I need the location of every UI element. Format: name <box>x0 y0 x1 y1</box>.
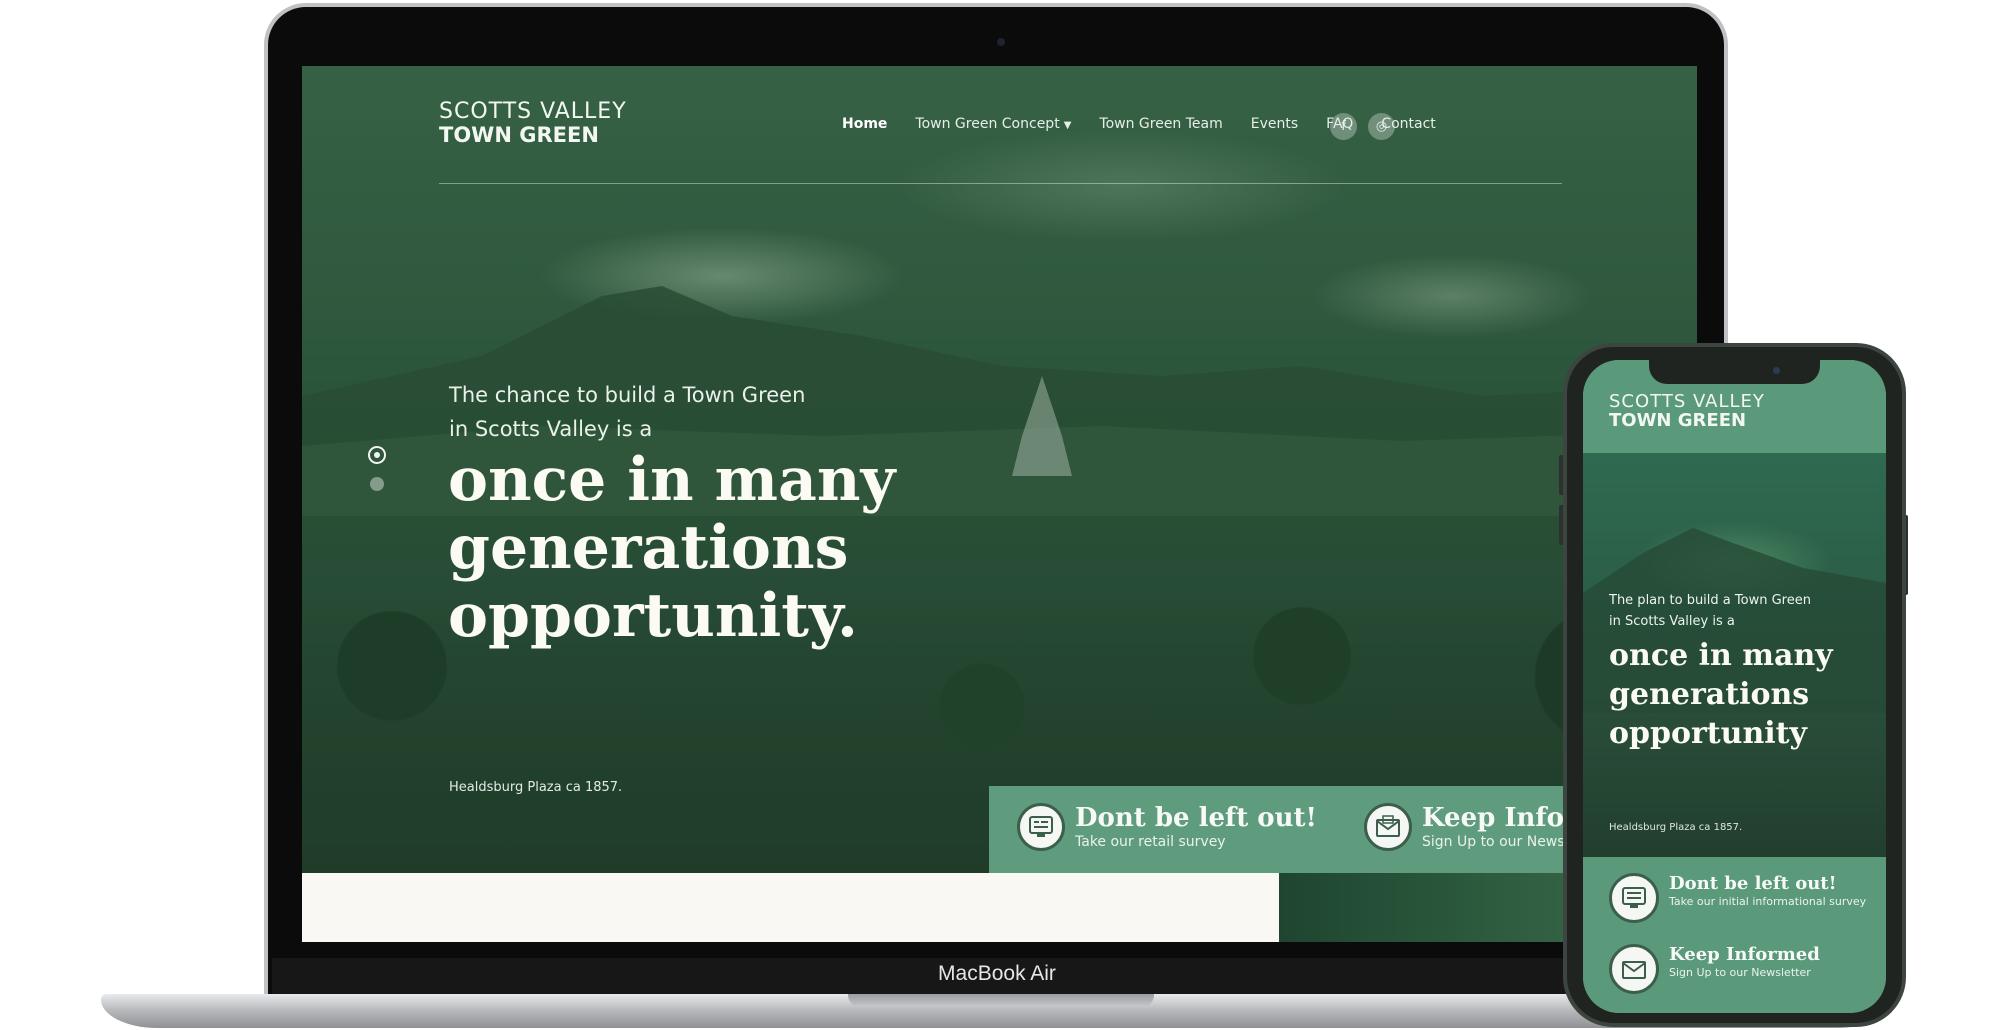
logo-line1: SCOTTS VALLEY <box>439 99 627 124</box>
phone-cta-newsletter[interactable]: Keep Informed Sign Up to our Newsletter <box>1609 944 1820 994</box>
header-divider <box>439 183 1562 184</box>
phone-headline-line1: once in many <box>1609 638 1833 673</box>
envelope-icon <box>1609 944 1659 994</box>
laptop-camera <box>997 38 1005 46</box>
cta-survey[interactable]: Dont be left out! Take our retail survey <box>1017 803 1317 851</box>
phone-cta-survey-title: Dont be left out! <box>1669 873 1837 894</box>
phone-screen: SCOTTS VALLEY TOWN GREEN The plan to bui… <box>1583 360 1886 1013</box>
envelope-icon <box>1364 803 1412 851</box>
nav-town-green-concept-label: Town Green Concept <box>915 116 1060 132</box>
nav-town-green-concept[interactable]: Town Green Concept ▼ <box>915 116 1071 132</box>
phone-hero-intro: The plan to build a Town Green in Scotts… <box>1609 590 1869 632</box>
phone-camera <box>1773 367 1780 374</box>
hero-headline-line3: opportunity. <box>448 581 858 651</box>
survey-icon <box>1609 873 1659 923</box>
hero-headline-line2: generations <box>448 513 849 583</box>
cta-survey-title: Dont be left out! <box>1075 803 1317 833</box>
nav-town-green-team[interactable]: Town Green Team <box>1099 116 1222 132</box>
nav-home[interactable]: Home <box>842 116 887 132</box>
phone-cta-newsletter-subtitle: Sign Up to our Newsletter <box>1669 966 1811 979</box>
logo-line2: TOWN GREEN <box>439 123 599 147</box>
phone-cta-survey[interactable]: Dont be left out! Take our initial infor… <box>1609 873 1866 923</box>
phone-notch <box>1649 360 1820 384</box>
phone-cta-section: Dont be left out! Take our initial infor… <box>1583 857 1886 1013</box>
phone-logo-line1: SCOTTS VALLEY <box>1609 391 1765 412</box>
slider-dot[interactable] <box>370 477 384 491</box>
hero-intro: The chance to build a Town Green in Scot… <box>449 378 949 446</box>
survey-icon <box>1017 803 1065 851</box>
chevron-down-icon: ▼ <box>1063 120 1072 131</box>
phone-cta-newsletter-text: Keep Informed Sign Up to our Newsletter <box>1669 944 1820 980</box>
nav-events[interactable]: Events <box>1251 116 1298 132</box>
site-logo[interactable]: SCOTTS VALLEY TOWN GREEN <box>439 100 627 147</box>
hero-intro-line1: The chance to build a Town Green <box>449 383 806 407</box>
phone-headline-line3: opportunity <box>1609 716 1807 751</box>
hero-intro-line2: in Scotts Valley is a <box>449 417 653 441</box>
content-section-light <box>302 873 1279 942</box>
phone-hero-intro-line2: in Scotts Valley is a <box>1609 614 1735 629</box>
hero-photo-caption: Healdsburg Plaza ca 1857. <box>449 780 623 795</box>
phone-site-logo[interactable]: SCOTTS VALLEY TOWN GREEN <box>1609 392 1765 430</box>
slider-dot-active[interactable] <box>368 446 386 464</box>
cta-survey-text: Dont be left out! Take our retail survey <box>1075 803 1317 851</box>
phone-logo-line2: TOWN GREEN <box>1609 410 1747 431</box>
instagram-icon[interactable]: ◎ <box>1368 113 1395 140</box>
phone-cta-survey-subtitle: Take our initial informational survey <box>1669 895 1867 908</box>
phone-headline-line2: generations <box>1609 677 1810 712</box>
phone-cta-survey-text: Dont be left out! Take our initial infor… <box>1669 873 1866 909</box>
hero-section: SCOTTS VALLEY TOWN GREEN Home Town Green… <box>302 66 1697 873</box>
laptop-screen: SCOTTS VALLEY TOWN GREEN Home Town Green… <box>302 66 1697 942</box>
cta-survey-subtitle: Take our retail survey <box>1075 834 1226 850</box>
laptop-hinge-notch <box>848 994 1154 1007</box>
phone-hero-headline: once in many generations opportunity <box>1609 636 1879 753</box>
laptop-model-label: MacBook Air <box>938 962 1056 985</box>
facebook-icon[interactable]: f <box>1330 113 1357 140</box>
hero-headline: once in many generations opportunity. <box>448 446 1048 650</box>
phone-hero-intro-line1: The plan to build a Town Green <box>1609 593 1811 608</box>
phone-cta-newsletter-title: Keep Informed <box>1669 944 1820 965</box>
phone-hero-caption: Healdsburg Plaza ca 1857. <box>1609 822 1743 833</box>
hero-headline-line1: once in many <box>448 445 896 515</box>
